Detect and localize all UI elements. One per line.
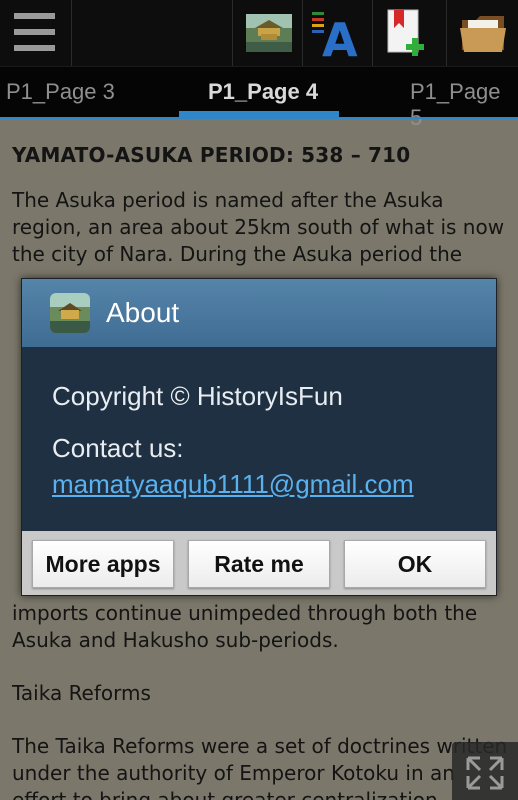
rate-me-button[interactable]: Rate me xyxy=(188,540,330,588)
paragraph-tail: imports continue unimpeded through both … xyxy=(12,601,478,652)
fullscreen-icon[interactable] xyxy=(452,742,518,800)
dialog-body: Copyright © HistoryIsFun Contact us: mam… xyxy=(22,347,496,531)
pavilion-thumbnail-icon[interactable] xyxy=(242,6,296,60)
svg-text:A: A xyxy=(322,13,358,60)
app-icon xyxy=(50,293,90,333)
tab-p1-page-3[interactable]: P1_Page 3 xyxy=(6,79,115,105)
more-apps-button[interactable]: More apps xyxy=(32,540,174,588)
page-tabs: P1_Page 3 P1_Page 4 P1_Page 5 xyxy=(0,66,518,130)
paragraph: The Taika Reforms were a set of doctrine… xyxy=(12,734,508,800)
subheading: Taika Reforms xyxy=(12,681,151,705)
ok-button[interactable]: OK xyxy=(344,540,486,588)
add-bookmark-icon[interactable] xyxy=(380,6,434,60)
tab-p1-page-4[interactable]: P1_Page 4 xyxy=(208,79,318,105)
action-bar: A xyxy=(0,0,518,67)
article-content-continued: imports continue unimpeded through both … xyxy=(12,600,508,800)
menu-icon[interactable] xyxy=(0,0,72,66)
dialog-title-bar: About xyxy=(22,279,496,347)
contact-label: Contact us: xyxy=(52,433,184,463)
copyright-text: Copyright © HistoryIsFun xyxy=(52,381,343,411)
email-link[interactable]: mamatyaaqub1111@gmail.com xyxy=(52,469,414,500)
tab-bar-underline xyxy=(0,117,518,119)
folder-icon[interactable] xyxy=(456,6,510,60)
section-heading: YAMATO-ASUKA PERIOD: 538 – 710 xyxy=(12,143,411,167)
about-dialog: About Copyright © HistoryIsFun Contact u… xyxy=(21,278,497,596)
dialog-title: About xyxy=(106,297,180,328)
dialog-button-bar: More apps Rate me OK xyxy=(22,531,496,595)
font-size-icon[interactable]: A xyxy=(310,6,364,67)
